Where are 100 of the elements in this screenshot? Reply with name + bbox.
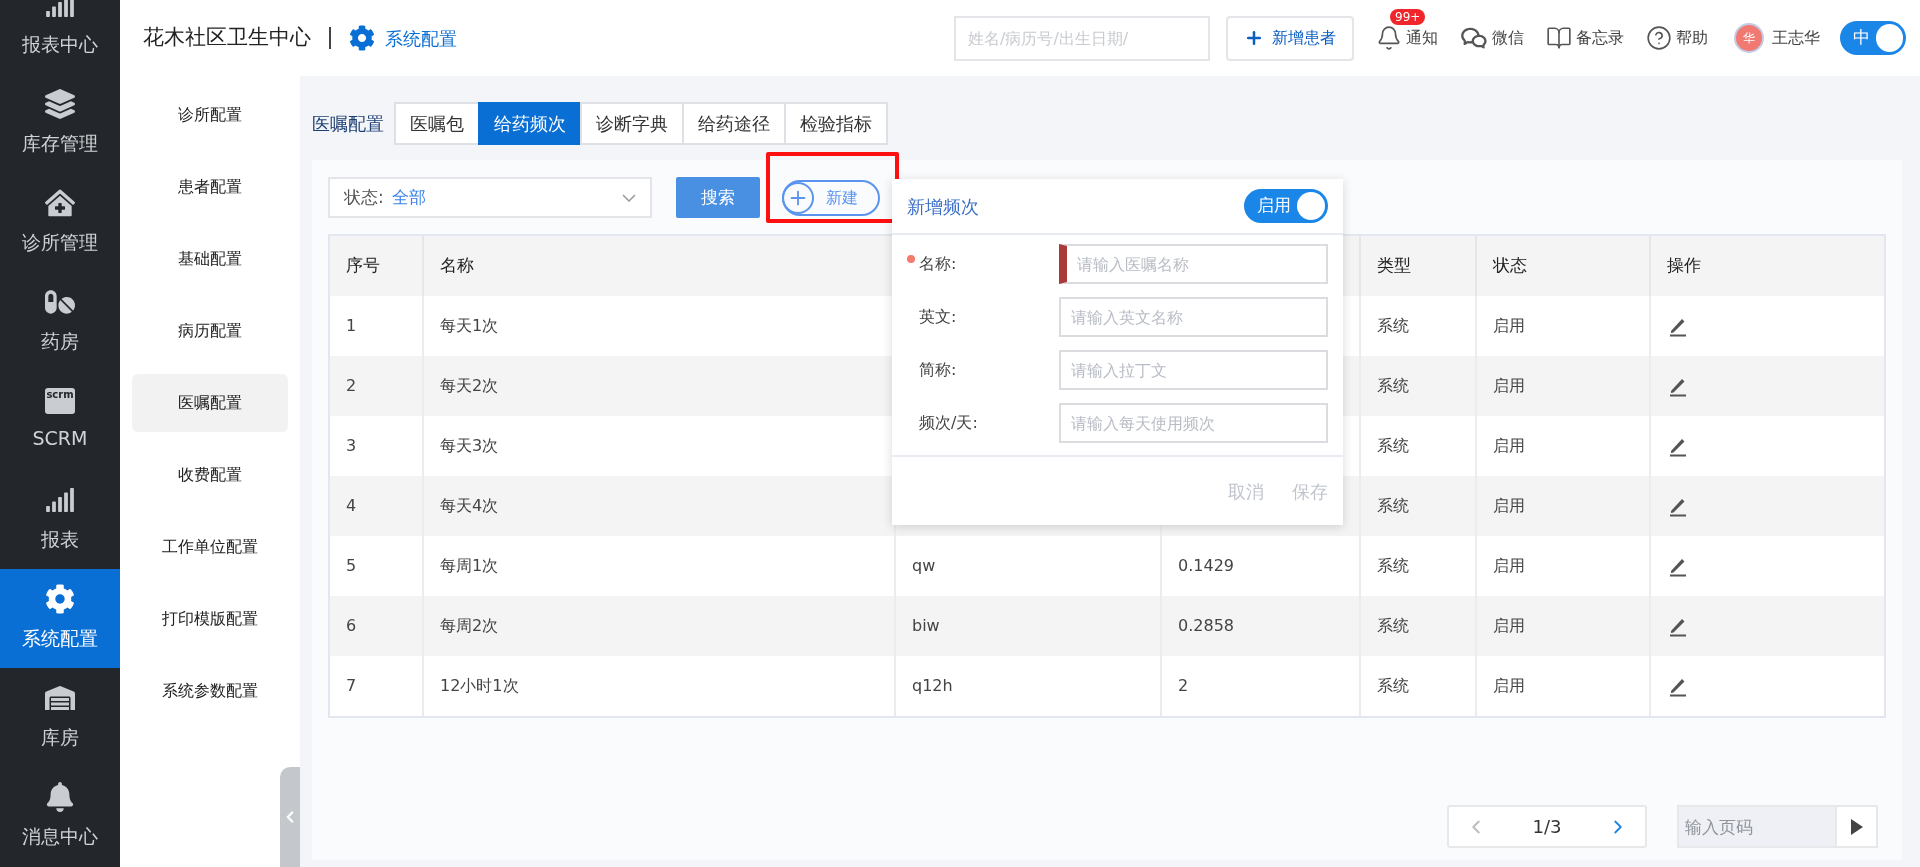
sidebar-item[interactable]: 报表中心 xyxy=(0,0,120,74)
table-cell-text: 2 xyxy=(1178,675,1189,697)
header-action[interactable]: 备忘录 xyxy=(1546,25,1624,51)
table-cell-text: 3 xyxy=(346,435,357,457)
section-title: 系统配置 xyxy=(385,26,457,51)
table-cell-text: biw xyxy=(912,615,940,637)
table-cell-text: 每天2次 xyxy=(440,375,499,397)
table-cell-text: 4 xyxy=(346,495,357,517)
table-cell-text: 每天4次 xyxy=(440,495,499,517)
help-icon xyxy=(1646,25,1672,51)
table-cell-text: 系统 xyxy=(1377,555,1409,577)
go-button[interactable] xyxy=(1835,805,1878,848)
column-header: 状态 xyxy=(1493,254,1527,278)
column-header: 类型 xyxy=(1377,254,1411,278)
tab[interactable]: 给药频次 xyxy=(478,102,582,145)
column-header: 名称 xyxy=(440,254,474,278)
input-field[interactable]: 请输入每天使用频次 xyxy=(1059,403,1328,443)
config-menu-item[interactable]: 患者配置 xyxy=(132,158,288,216)
new-patient-button[interactable]: 新增患者 xyxy=(1226,15,1354,61)
table-cell-text: 系统 xyxy=(1377,495,1409,517)
notification-badge: 99+ xyxy=(1390,9,1426,25)
table-cell-text: 系统 xyxy=(1377,615,1409,637)
tab[interactable]: 医嘱包 xyxy=(394,102,480,145)
settings-icon xyxy=(349,25,375,51)
config-menu-item[interactable]: 系统参数配置 xyxy=(132,662,288,720)
bell-icon xyxy=(1376,25,1402,51)
enable-toggle[interactable]: 启用 xyxy=(1244,189,1328,223)
house-plus-icon xyxy=(45,188,75,219)
table-cell-text: 系统 xyxy=(1377,435,1409,457)
config-menu-item[interactable]: 工作单位配置 xyxy=(132,518,288,576)
table-cell-text: 5 xyxy=(346,555,357,577)
config-menu-item[interactable]: 诊所配置 xyxy=(132,86,288,144)
table-cell-text: 每周1次 xyxy=(440,555,499,577)
sidebar-item[interactable]: 系统配置 xyxy=(0,569,120,668)
input-field[interactable]: 请输入拉丁文 xyxy=(1059,350,1328,390)
table-cell-text: 系统 xyxy=(1377,315,1409,337)
table-cell-text: 1 xyxy=(346,315,357,337)
tab[interactable]: 诊断字典 xyxy=(580,102,684,145)
field-label: 英文: xyxy=(918,306,957,328)
popover-title: 新增频次 xyxy=(907,194,979,219)
tab[interactable]: 给药途径 xyxy=(682,102,786,145)
field-label: 简称: xyxy=(918,359,957,381)
table-cell-text: 启用 xyxy=(1493,375,1525,397)
table-cell-text: 每天3次 xyxy=(440,435,499,457)
config-menu-item[interactable]: 基础配置 xyxy=(132,230,288,288)
input-field[interactable]: 请输入英文名称 xyxy=(1059,297,1328,337)
sidebar-item[interactable]: 库房 xyxy=(0,668,120,767)
config-menu-item[interactable]: 打印模版配置 xyxy=(132,590,288,648)
settings-icon xyxy=(45,584,75,615)
sidebar-item[interactable]: 诊所管理 xyxy=(0,173,120,272)
user-name: 王志华 xyxy=(1772,27,1820,49)
table-cell-text: 7 xyxy=(346,675,357,697)
table-cell-text: q12h xyxy=(912,675,953,697)
table-cell-text: 启用 xyxy=(1493,315,1525,337)
table-cell-text: 系统 xyxy=(1377,375,1409,397)
sidebar-item[interactable]: 报表 xyxy=(0,470,120,569)
sidebar-item[interactable]: 消息中心 xyxy=(0,767,120,866)
table-cell-text: 每天1次 xyxy=(440,315,499,337)
book-icon xyxy=(1546,25,1572,51)
clinic-title: 花木社区卫生中心 xyxy=(143,24,311,52)
table-cell-text: 每周2次 xyxy=(440,615,499,637)
page-input[interactable]: 输入页码 xyxy=(1677,805,1837,848)
table-cell-text: qw xyxy=(912,555,936,577)
header-action[interactable]: 通知 xyxy=(1376,25,1438,51)
play-triangle-icon xyxy=(1850,818,1863,835)
config-menu-item[interactable]: 医嘱配置 xyxy=(132,374,288,432)
tabs-label: 医嘱配置 xyxy=(312,112,384,136)
table-cell-text: 12小时1次 xyxy=(440,675,519,697)
column-header: 操作 xyxy=(1667,254,1701,278)
table-cell-text: 0.1429 xyxy=(1178,555,1234,577)
table-cell-text: 启用 xyxy=(1493,555,1525,577)
collapse-handle[interactable] xyxy=(280,767,300,867)
status-select[interactable]: 状态: 全部 xyxy=(328,177,652,218)
tab[interactable]: 检验指标 xyxy=(784,102,888,145)
header-action[interactable]: 帮助 xyxy=(1646,25,1708,51)
table-cell-text: 启用 xyxy=(1493,675,1525,697)
bell-icon xyxy=(45,782,75,813)
chevron-down-icon xyxy=(622,193,636,202)
field-label: 名称: xyxy=(907,252,957,276)
sidebar-item[interactable]: 药房 xyxy=(0,272,120,371)
table-cell-text: 2 xyxy=(346,375,357,397)
table-cell-text: 0.2858 xyxy=(1178,615,1234,637)
table-cell-text: 6 xyxy=(346,615,357,637)
config-menu-item[interactable]: 病历配置 xyxy=(132,302,288,360)
table-cell-text: 系统 xyxy=(1377,675,1409,697)
layers-icon xyxy=(45,89,75,120)
scrm-icon: scrm xyxy=(45,388,75,415)
column-header: 序号 xyxy=(346,254,380,278)
page-indicator: 1/3 xyxy=(1532,815,1562,839)
plus-icon xyxy=(1244,28,1264,48)
field-label: 频次/天: xyxy=(918,412,978,434)
header-action[interactable]: 微信 xyxy=(1460,24,1524,52)
avatar: 华 xyxy=(1734,23,1764,53)
table-cell-text: 启用 xyxy=(1493,435,1525,457)
table-cell-text: 启用 xyxy=(1493,495,1525,517)
language-toggle[interactable]: 中 xyxy=(1840,21,1906,55)
input-field[interactable]: 请输入医嘱名称 xyxy=(1059,244,1328,284)
sidebar-item[interactable]: 库存管理 xyxy=(0,74,120,173)
config-menu-item[interactable]: 收费配置 xyxy=(132,446,288,504)
sidebar-item[interactable]: scrm SCRM xyxy=(0,371,120,470)
